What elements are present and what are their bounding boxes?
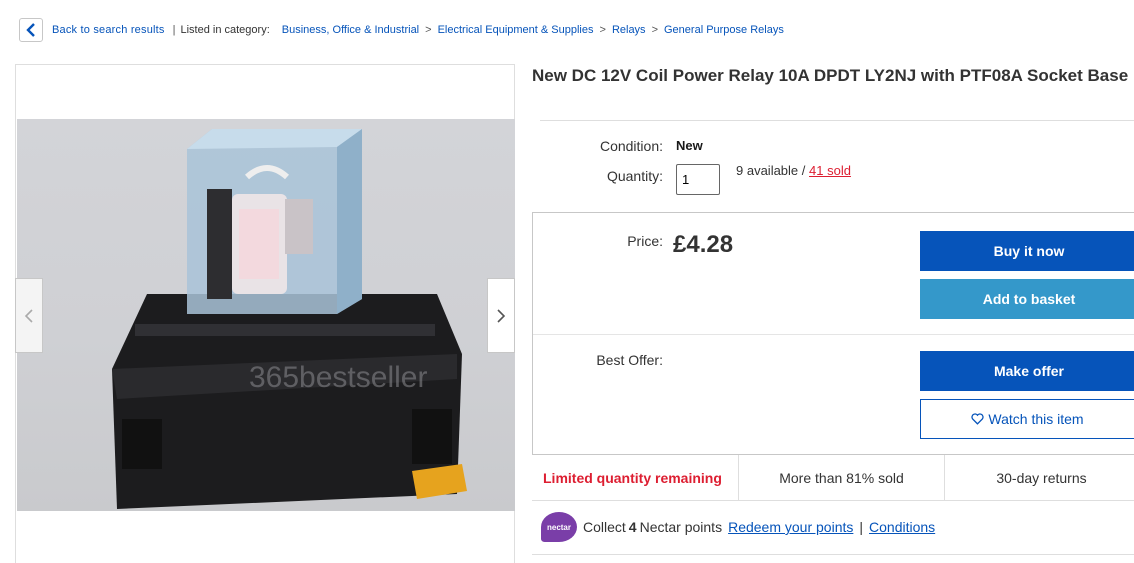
price-label: Price: [627,233,663,249]
best-offer-label: Best Offer: [596,352,663,368]
watch-item-button[interactable]: Watch this item [920,399,1134,439]
next-image-button[interactable] [487,278,515,353]
limited-quantity-badge: Limited quantity remaining [532,455,739,500]
relay-illustration: 365bestseller [112,129,467,509]
crumb-arrow: > [425,24,432,36]
buy-it-now-button[interactable]: Buy it now [920,231,1134,271]
condition-value: New [676,138,703,153]
product-image[interactable]: 365bestseller [17,119,515,511]
watch-item-label: Watch this item [988,411,1084,427]
percent-sold-badge: More than 81% sold [739,455,945,500]
redeem-points-link[interactable]: Redeem your points [728,519,853,535]
collect-suffix: Nectar points [639,519,723,535]
breadcrumb: Back to search results | Listed in categ… [19,18,784,42]
chevron-left-icon [26,23,35,37]
nectar-points-count: 4 [628,519,637,535]
link-separator: | [859,519,864,535]
back-button[interactable] [19,18,43,42]
back-to-search-link[interactable]: Back to search results [52,24,165,36]
price-value: £4.28 [673,231,734,258]
crumb-relays[interactable]: Relays [612,24,646,36]
quantity-label: Quantity: [606,168,663,184]
image-watermark: 365bestseller [249,361,427,394]
listing-title: New DC 12V Coil Power Relay 10A DPDT LY2… [532,66,1129,85]
purchase-box: Price: £4.28 Buy it now Add to basket Be… [532,212,1134,455]
divider [532,554,1134,555]
crumb-arrow: > [599,24,606,36]
make-offer-button[interactable]: Make offer [920,351,1134,391]
crumb-business[interactable]: Business, Office & Industrial [282,24,419,36]
crumb-general-purpose-relays[interactable]: General Purpose Relays [664,24,784,36]
breadcrumb-separator: | [172,24,176,36]
available-text: 9 available / [736,163,806,178]
image-gallery: 365bestseller [15,64,515,563]
chevron-left-icon [24,308,33,323]
divider [540,120,1134,121]
availability: 9 available / 41 sold [736,163,851,178]
collect-prefix: Collect [583,519,626,535]
divider [533,334,1134,335]
heart-icon [971,413,985,425]
crumb-arrow: > [651,24,658,36]
add-to-basket-button[interactable]: Add to basket [920,279,1134,319]
quantity-input[interactable] [676,164,720,195]
nectar-row: nectar Collect 4 Nectar points Redeem yo… [541,512,935,542]
sold-count-link[interactable]: 41 sold [809,163,851,178]
returns-badge: 30-day returns [996,469,1087,486]
chevron-right-icon [497,308,506,323]
previous-image-button[interactable] [15,278,43,353]
listed-in-label: Listed in category: [180,24,270,36]
nectar-logo: nectar [541,512,577,542]
conditions-link[interactable]: Conditions [869,519,935,535]
highlights-strip: Limited quantity remaining More than 81%… [532,455,1134,501]
condition-label: Condition: [599,138,663,154]
crumb-electrical[interactable]: Electrical Equipment & Supplies [438,24,594,36]
